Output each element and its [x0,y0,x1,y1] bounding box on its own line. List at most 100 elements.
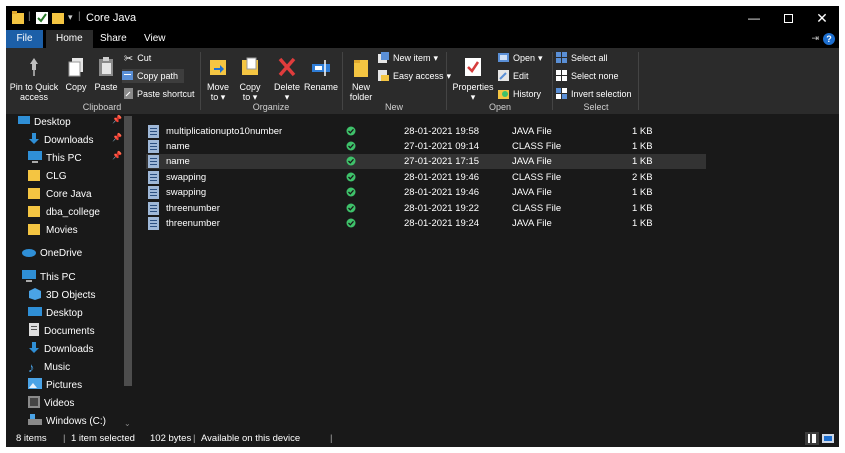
close-icon: ✕ [816,9,828,26]
move-to-button[interactable]: Move to ▾ [204,56,232,102]
select-all-label: Select all [571,53,608,63]
edit-button[interactable]: Edit [498,69,529,83]
file-date: 28-01-2021 19:58 [404,126,480,137]
pin-to-quick-access-button[interactable]: Pin to Quick access [8,56,60,102]
history-button[interactable]: History [498,87,541,101]
paste-button[interactable]: Paste [92,56,120,92]
nav-item-core-java[interactable]: Core Java [28,185,92,203]
group-label-open: Open [488,102,512,112]
maximize-icon [783,13,793,23]
tab-file[interactable]: File [6,30,43,48]
nav-item-pictures[interactable]: Pictures [28,376,82,394]
cloud-icon [22,247,36,260]
new-folder-button[interactable]: New folder [346,56,376,102]
java-file-icon [148,186,159,202]
sync-status-icon [346,203,356,216]
properties-dropdown-icon[interactable]: ▾ [450,92,496,102]
file-row[interactable]: name 27-01-2021 09:14 CLASS File 1 KB [146,139,706,154]
file-name: swapping [166,172,207,183]
download-icon [28,132,40,148]
status-selection: 1 item selected [71,433,135,444]
invert-selection-icon [556,87,567,101]
minimize-button[interactable]: — [737,6,771,30]
select-none-button[interactable]: Select none [556,69,619,83]
quick-access-dropdown-icon[interactable]: ▾ [68,12,73,26]
nav-item-label: Windows (C:) [46,415,107,427]
close-button[interactable]: ✕ [805,6,839,30]
move-to-label-line2: to ▾ [210,92,226,102]
nav-item-label: This PC [46,152,82,164]
tab-share[interactable]: Share [90,30,137,48]
nav-item-desktop[interactable]: Desktop [18,114,71,131]
large-icons-view-button[interactable] [821,432,835,445]
nav-item-this-pc[interactable]: This PC [28,149,82,167]
maximize-button[interactable] [771,6,805,30]
group-separator [552,52,553,110]
paste-shortcut-button[interactable]: Paste shortcut [124,87,195,101]
window-title: Core Java [86,12,137,24]
file-row[interactable]: threenumber 28-01-2021 19:24 JAVA File 1… [146,216,706,231]
delete-button[interactable]: Delete ▾ [272,56,302,102]
nav-scrollbar[interactable]: ⌄ [122,114,134,430]
open-button[interactable]: Open ▾ [498,51,543,65]
copy-button[interactable]: Copy [62,56,90,92]
details-view-icon [808,434,816,443]
easy-access-button[interactable]: Easy access ▾ [378,69,451,83]
file-type: JAVA File [512,156,552,167]
nav-item-videos[interactable]: Videos [28,394,74,412]
java-file-icon [148,155,159,171]
copy-to-button[interactable]: Copy to ▾ [236,56,264,102]
rename-button[interactable]: Rename [304,56,338,92]
group-label-clipboard: Clipboard [82,102,122,112]
copy-path-button[interactable]: Copy path [122,69,185,83]
new-folder-icon[interactable] [52,11,64,25]
nav-item-music[interactable]: ♪ Music [28,358,70,376]
properties-check-icon[interactable] [36,11,48,25]
folder-icon [28,169,42,184]
status-bar: 8 items | 1 item selected 102 bytes | Av… [6,430,839,447]
nav-item-downloads-pc[interactable]: Downloads [28,340,93,358]
nav-item-documents[interactable]: Documents [28,322,95,340]
file-size: 1 KB [632,218,653,229]
file-type: JAVA File [512,187,552,198]
delete-dropdown-icon[interactable]: ▾ [272,92,302,102]
desktop-icon [18,115,30,129]
file-row-selected[interactable]: name 27-01-2021 17:15 JAVA File 1 KB [146,154,706,169]
invert-selection-button[interactable]: Invert selection [556,87,632,101]
file-name: multiplicationupto10number [166,126,283,137]
download-icon [28,341,40,357]
nav-item-clg[interactable]: CLG [28,167,67,185]
pc-icon [22,269,36,285]
help-icon[interactable]: ? [823,33,835,45]
nav-item-downloads[interactable]: Downloads [28,131,93,149]
nav-item-3d-objects[interactable]: 3D Objects [28,286,95,304]
tab-home[interactable]: Home [46,30,93,48]
scrollbar-thumb[interactable] [124,116,132,386]
status-divider: | [330,433,333,444]
select-all-button[interactable]: Select all [556,51,608,65]
nav-item-onedrive[interactable]: OneDrive [22,244,82,262]
details-view-button[interactable] [805,432,819,445]
file-row[interactable]: swapping 28-01-2021 19:46 JAVA File 1 KB [146,185,706,200]
nav-item-desktop-pc[interactable]: Desktop [28,304,83,322]
properties-button[interactable]: Properties ▾ [450,56,496,102]
nav-item-dba-college[interactable]: dba_college [28,203,100,221]
file-row[interactable]: multiplicationupto10number 28-01-2021 19… [146,124,706,139]
file-row[interactable]: swapping 28-01-2021 19:46 CLASS File 2 K… [146,170,706,185]
nav-item-movies[interactable]: Movies [28,221,78,239]
nav-item-label: Pictures [46,379,83,391]
paste-shortcut-label: Paste shortcut [137,89,195,99]
scroll-down-icon[interactable]: ⌄ [124,419,131,428]
desktop-icon [28,306,42,320]
nav-item-windows-c[interactable]: Windows (C:) [28,412,106,430]
pin-ribbon-icon[interactable]: ⇥ [811,33,819,44]
file-row[interactable]: threenumber 28-01-2021 19:22 CLASS File … [146,201,706,216]
sync-status-icon [346,141,356,154]
nav-item-this-pc-root[interactable]: This PC [22,268,76,286]
new-item-button[interactable]: New item ▾ [378,51,438,65]
tab-view[interactable]: View [134,30,176,48]
file-size: 1 KB [632,187,653,198]
sync-status-icon [346,156,356,169]
cut-button[interactable]: ✂ Cut [124,51,151,65]
edit-label: Edit [513,71,529,81]
